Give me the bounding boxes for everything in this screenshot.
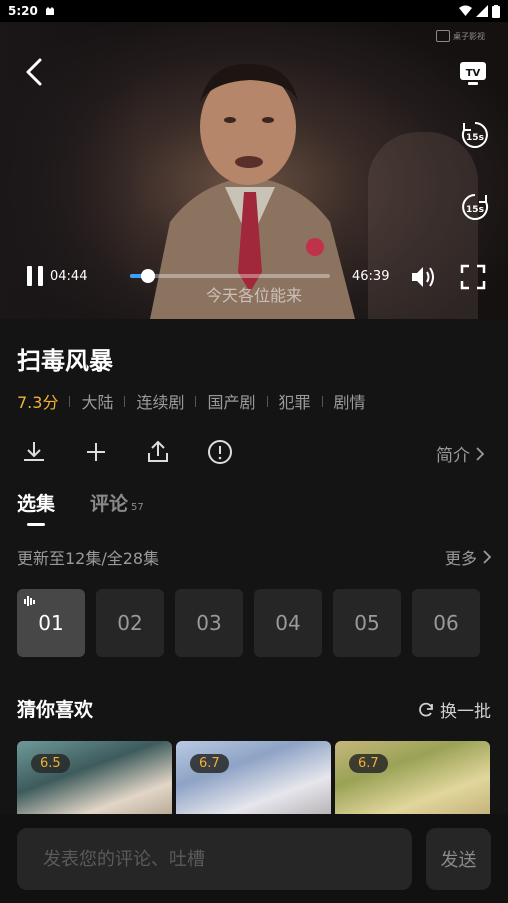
episode-number: 06 bbox=[433, 611, 459, 635]
comment-bar: 发送 bbox=[0, 814, 508, 903]
detail-panel: 扫毒风暴 7.3分 大陆 连续剧 国产剧 犯罪 剧情 简介 选集 评论 57 更… bbox=[0, 319, 508, 903]
tag-divider bbox=[266, 395, 268, 407]
intro-label: 简介 bbox=[436, 446, 470, 466]
tag-genre-crime[interactable]: 犯罪 bbox=[279, 389, 311, 413]
comment-input[interactable] bbox=[17, 828, 412, 890]
episode-update-row: 更新至12集/全28集 更多 bbox=[17, 545, 491, 569]
download-icon bbox=[24, 442, 44, 461]
tag-region[interactable]: 大陆 bbox=[81, 389, 113, 413]
recommend-card[interactable]: 6.7 bbox=[176, 741, 331, 815]
episode-button[interactable]: 02 bbox=[96, 589, 164, 657]
more-label: 更多 bbox=[444, 549, 477, 568]
tv-cast-button[interactable]: TV bbox=[456, 56, 490, 90]
episode-number: 04 bbox=[275, 611, 301, 635]
back-button[interactable] bbox=[18, 56, 50, 88]
chevron-left-icon bbox=[26, 58, 42, 86]
tag-divider bbox=[124, 395, 126, 407]
status-bar: 5:20 bbox=[0, 0, 508, 22]
share-button[interactable] bbox=[143, 437, 173, 467]
action-bar: 简介 bbox=[0, 431, 508, 471]
wifi-icon bbox=[459, 5, 472, 16]
tv-icon-label: TV bbox=[466, 68, 481, 79]
episode-button[interactable]: 01 bbox=[17, 589, 85, 657]
forward-15s-button[interactable]: 15s bbox=[458, 190, 492, 224]
tab-episodes[interactable]: 选集 bbox=[17, 489, 55, 526]
tag-category[interactable]: 国产剧 bbox=[207, 389, 255, 413]
tag-divider bbox=[69, 395, 71, 407]
download-button[interactable] bbox=[19, 437, 49, 467]
tab-comments-label: 评论 bbox=[90, 493, 129, 515]
add-favorite-button[interactable] bbox=[81, 437, 111, 467]
more-episodes-link[interactable]: 更多 bbox=[445, 545, 491, 569]
show-tags: 7.3分 大陆 连续剧 国产剧 犯罪 剧情 bbox=[17, 389, 366, 413]
episode-number: 05 bbox=[354, 611, 380, 635]
progress-thumb[interactable] bbox=[141, 269, 155, 283]
notification-icon bbox=[45, 7, 54, 15]
watermark-text: 桌子影视 bbox=[453, 31, 485, 41]
status-time: 5:20 bbox=[8, 4, 38, 18]
watermark-logo-icon bbox=[436, 30, 450, 42]
detail-tabs: 选集 评论 57 bbox=[17, 489, 144, 526]
rewind-15s-button[interactable]: 15s bbox=[458, 118, 492, 152]
episode-button[interactable]: 05 bbox=[333, 589, 401, 657]
recommend-card[interactable]: 6.7 bbox=[335, 741, 490, 815]
rewind-icon: 15s bbox=[461, 122, 488, 148]
chevron-right-icon bbox=[476, 446, 484, 461]
signal-icon bbox=[476, 5, 488, 17]
rewind-icon-label: 15s bbox=[466, 133, 484, 143]
episode-button[interactable]: 06 bbox=[412, 589, 480, 657]
card-rating: 6.7 bbox=[349, 754, 388, 773]
battery-icon bbox=[492, 4, 500, 18]
tag-genre-drama[interactable]: 剧情 bbox=[334, 389, 366, 413]
forward-icon-label: 15s bbox=[466, 205, 484, 215]
watermark: 桌子影视 bbox=[436, 30, 485, 42]
episode-number: 03 bbox=[196, 611, 222, 635]
episode-update-text: 更新至12集/全28集 bbox=[17, 549, 160, 568]
alert-circle-icon bbox=[208, 440, 232, 464]
plus-icon bbox=[87, 443, 105, 461]
chevron-right-icon bbox=[483, 550, 491, 564]
card-rating: 6.7 bbox=[190, 754, 229, 773]
tab-comments[interactable]: 评论 57 bbox=[90, 489, 144, 516]
video-subtitle: 今天各位能来 bbox=[205, 286, 302, 305]
playing-icon bbox=[24, 596, 35, 606]
comments-count: 57 bbox=[131, 502, 144, 513]
share-icon bbox=[148, 440, 168, 462]
episode-number: 02 bbox=[117, 611, 143, 635]
intro-link[interactable]: 简介 bbox=[436, 441, 484, 466]
tag-divider bbox=[321, 395, 323, 407]
refresh-icon bbox=[419, 702, 433, 717]
show-score: 7.3分 bbox=[17, 393, 59, 412]
send-button[interactable]: 发送 bbox=[426, 828, 491, 890]
report-button[interactable] bbox=[205, 437, 235, 467]
recommend-list: 6.5 6.7 6.7 bbox=[17, 741, 490, 815]
recommend-header: 猜你喜欢 换一批 bbox=[17, 695, 491, 722]
refresh-button[interactable]: 换一批 bbox=[417, 697, 491, 722]
recommend-card[interactable]: 6.5 bbox=[17, 741, 172, 815]
tag-format[interactable]: 连续剧 bbox=[136, 389, 184, 413]
episode-list: 01 02 03 04 05 06 bbox=[17, 589, 480, 657]
episode-number: 01 bbox=[38, 611, 64, 635]
episode-button[interactable]: 03 bbox=[175, 589, 243, 657]
show-title: 扫毒风暴 bbox=[17, 347, 113, 375]
episode-button[interactable]: 04 bbox=[254, 589, 322, 657]
card-rating: 6.5 bbox=[31, 754, 70, 773]
recommend-title: 猜你喜欢 bbox=[17, 699, 94, 721]
tag-divider bbox=[195, 395, 197, 407]
refresh-label: 换一批 bbox=[440, 702, 491, 722]
progress-bar[interactable] bbox=[130, 269, 330, 283]
tv-icon: TV bbox=[460, 62, 486, 85]
forward-icon: 15s bbox=[462, 194, 489, 220]
video-player[interactable]: 桌子影视 TV 15s 15s 04:44 46:39 今天各位能来 bbox=[0, 22, 508, 319]
